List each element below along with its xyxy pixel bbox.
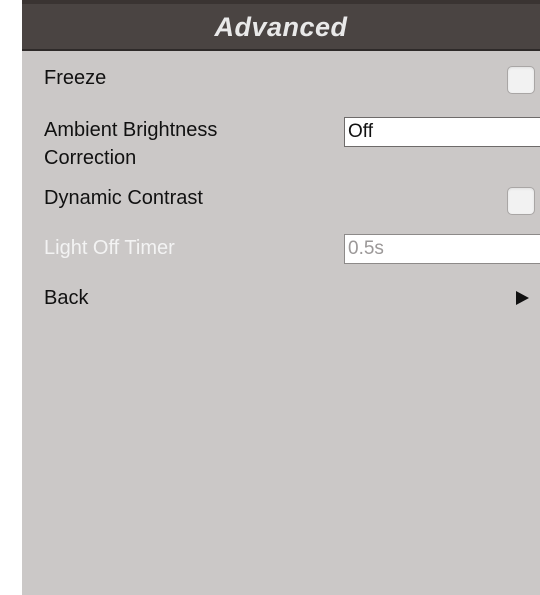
- freeze-label: Freeze: [44, 67, 107, 89]
- freeze-checkbox[interactable]: [507, 66, 535, 94]
- menu-title: Advanced: [214, 12, 348, 42]
- light-off-timer-label: Light Off Timer: [44, 237, 175, 259]
- back-label[interactable]: Back: [44, 285, 88, 311]
- dynamic-contrast-label: Dynamic Contrast: [44, 187, 203, 209]
- dynamic-contrast-checkbox[interactable]: [507, 187, 535, 215]
- ambient-brightness-label: Ambient Brightness: [44, 119, 218, 141]
- advanced-menu-panel: Advanced Freeze Ambient Brightness Corre…: [22, 0, 540, 595]
- ambient-brightness-select[interactable]: Off: [344, 117, 540, 147]
- light-off-timer-field: 0.5s: [344, 234, 540, 264]
- ambient-brightness-label-line2: Correction: [44, 147, 137, 169]
- menu-header: Advanced: [22, 0, 540, 51]
- play-right-icon[interactable]: [516, 291, 529, 305]
